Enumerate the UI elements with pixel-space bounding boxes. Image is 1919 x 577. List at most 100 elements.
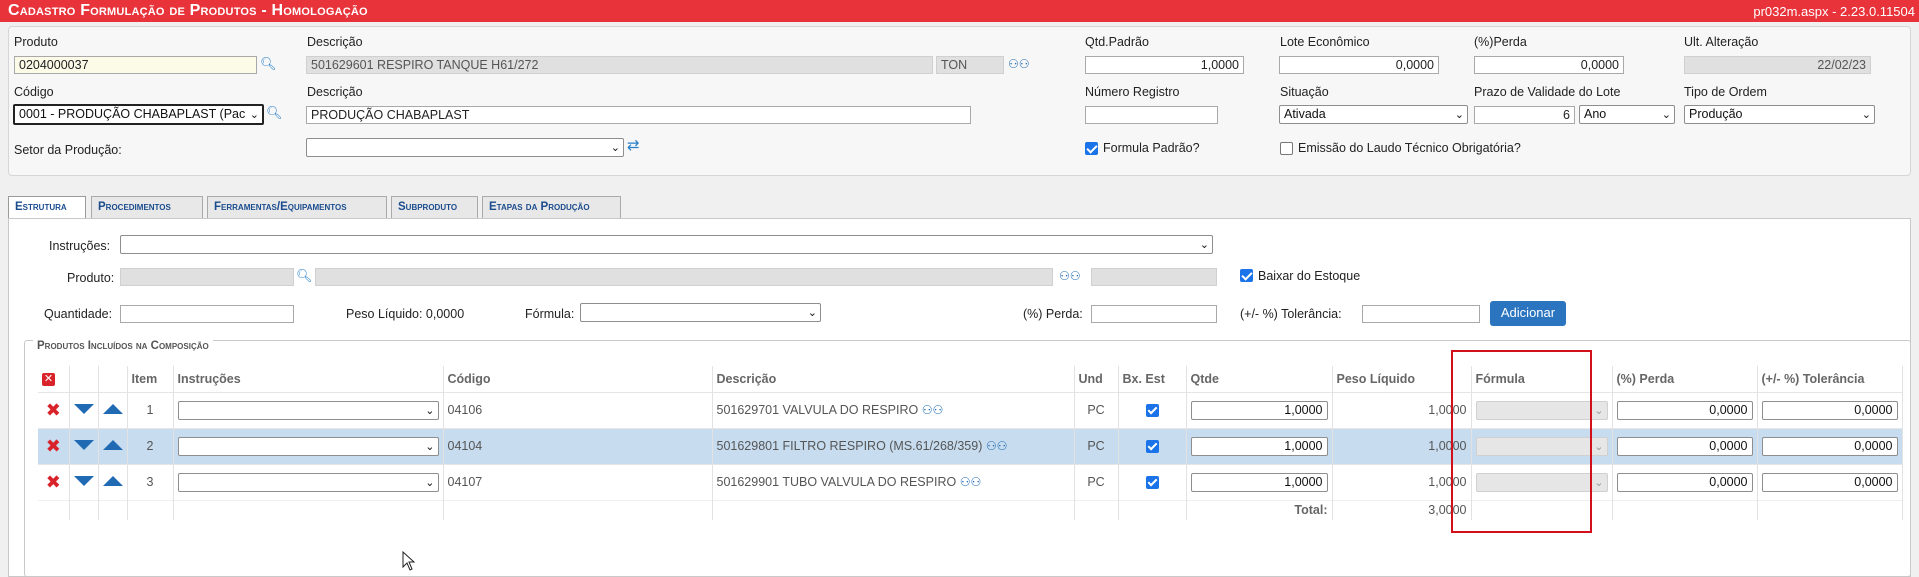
chevron-down-icon: ⌄ [610, 142, 620, 154]
row-tolerancia-input[interactable]: 0,0000 [1761, 472, 1898, 492]
delete-row-button[interactable]: ✖ [38, 391, 70, 428]
row-perda-input[interactable]: 0,0000 [1616, 472, 1753, 492]
tab-subproduto[interactable]: Subproduto [391, 196, 478, 218]
arrow-up-icon[interactable] [102, 476, 123, 486]
move-up-button[interactable] [98, 463, 128, 500]
delete-all-icon[interactable]: ✕ [42, 373, 55, 387]
formula-label: Fórmula: [525, 307, 575, 321]
formula-padrao-checkbox[interactable] [1085, 142, 1098, 155]
move-down-button[interactable] [69, 463, 99, 500]
row-qtde-input[interactable]: 1,0000 [1190, 472, 1328, 492]
setor-select[interactable]: ⌄ [306, 138, 624, 157]
table-row: ✖ 2 ⌄ 04104 501629801 FILTRO RESPIRO (MS… [38, 427, 1903, 464]
tolerancia-input[interactable] [1362, 305, 1480, 323]
row-instrucoes-cell: ⌄ [173, 391, 444, 428]
row-bx-est-checkbox[interactable] [1145, 440, 1159, 454]
prazo-unit-select[interactable]: Ano ⌄ [1579, 105, 1675, 124]
descricao-input: 501629601 RESPIRO TANQUE H61/272 [306, 56, 933, 74]
row-qtde-input[interactable]: 1,0000 [1190, 400, 1328, 420]
search-produto-add-icon[interactable]: 🔍︎ [296, 269, 313, 283]
arrow-down-icon[interactable] [73, 440, 94, 450]
tab-ferramentas[interactable]: Ferramentas/Equipamentos [207, 196, 387, 218]
arrow-up-icon[interactable] [102, 440, 123, 450]
codigo-select-value: 0001 - PRODUÇÃO CHABAPLAST (Pac [19, 107, 246, 121]
move-down-button[interactable] [69, 391, 99, 428]
laudo-checkbox[interactable] [1280, 142, 1293, 155]
total-label: Total: [1186, 499, 1333, 520]
chevron-down-icon: ⌄ [1594, 476, 1604, 489]
delete-icon[interactable]: ✖ [46, 472, 61, 492]
delete-row-button[interactable]: ✖ [38, 427, 70, 464]
row-qtde-cell: 1,0000 [1186, 427, 1333, 464]
row-instrucoes-select[interactable]: ⌄ [177, 472, 439, 492]
quantidade-label: Quantidade: [44, 307, 113, 321]
move-up-button[interactable] [98, 427, 128, 464]
delete-row-button[interactable]: ✖ [38, 463, 70, 500]
row-qtde-input[interactable]: 1,0000 [1190, 436, 1328, 456]
situacao-select[interactable]: Ativada ⌄ [1279, 105, 1468, 124]
descricao2-input[interactable]: PRODUÇÃO CHABAPLAST [306, 106, 971, 124]
produto-input[interactable]: 0204000037 [14, 56, 257, 74]
tab-procedimentos[interactable]: Procedimentos [91, 196, 203, 218]
quantidade-input[interactable] [120, 305, 294, 323]
produto-add-descricao [315, 268, 1053, 286]
produto-add-input[interactable] [120, 268, 294, 286]
delete-all-header[interactable]: ✕ [38, 366, 70, 392]
binoculars-icon[interactable]: ⚇⚇ [960, 475, 982, 489]
row-instrucoes-cell: ⌄ [173, 463, 444, 500]
binoculars-icon[interactable]: ⚇⚇ [1059, 269, 1081, 283]
refresh-icon[interactable]: ⇄ [627, 138, 640, 153]
row-tolerancia-cell: 0,0000 [1757, 463, 1903, 500]
num-registro-input[interactable] [1085, 106, 1218, 124]
tipo-ordem-select[interactable]: Produção ⌄ [1684, 105, 1875, 124]
ult-alteracao-label: Ult. Alteração [1684, 35, 1759, 49]
instrucoes-select[interactable]: ⌄ [120, 235, 1213, 254]
row-instrucoes-select[interactable]: ⌄ [177, 436, 439, 456]
prazo-input[interactable]: 6 [1474, 106, 1575, 124]
tab-estrutura[interactable]: Estrutura [8, 196, 86, 219]
row-bx-est-cell [1118, 391, 1187, 428]
lote-input[interactable]: 0,0000 [1279, 56, 1439, 74]
baixar-estoque-checkbox[interactable] [1240, 269, 1253, 282]
situacao-label: Situação [1280, 85, 1329, 99]
binoculars-icon[interactable]: ⚇⚇ [922, 403, 944, 417]
row-instrucoes-select[interactable]: ⌄ [177, 400, 439, 420]
binoculars-icon[interactable]: ⚇⚇ [1008, 57, 1030, 71]
row-perda-input[interactable]: 0,0000 [1616, 436, 1753, 456]
move-up-button[interactable] [98, 391, 128, 428]
chevron-down-icon: ⌄ [807, 307, 817, 319]
delete-icon[interactable]: ✖ [46, 436, 61, 456]
row-bx-est-checkbox[interactable] [1145, 404, 1159, 418]
arrow-up-icon[interactable] [102, 404, 123, 414]
formula-select[interactable]: ⌄ [580, 303, 821, 322]
chevron-down-icon: ⌄ [1861, 109, 1871, 121]
row-tolerancia-cell: 0,0000 [1757, 427, 1903, 464]
lote-label: Lote Econômico [1280, 35, 1370, 49]
search-produto-icon[interactable]: 🔍︎ [260, 57, 277, 71]
search-codigo-icon[interactable]: 🔍︎ [266, 106, 283, 120]
row-und: PC [1074, 391, 1119, 428]
col-bx-est: Bx. Est [1118, 366, 1187, 392]
qtd-padrao-input[interactable]: 1,0000 [1085, 56, 1244, 74]
baixar-estoque-label: Baixar do Estoque [1258, 269, 1361, 283]
perda-add-input[interactable] [1091, 305, 1217, 323]
row-bx-est-checkbox[interactable] [1145, 476, 1159, 490]
binoculars-icon[interactable]: ⚇⚇ [986, 439, 1008, 453]
chevron-down-icon: ⌄ [1661, 109, 1671, 121]
tab-etapas[interactable]: Etapas da Produção [482, 196, 621, 218]
row-descricao: 501629801 FILTRO RESPIRO (MS.61/268/359) [716, 439, 983, 453]
row-tolerancia-input[interactable]: 0,0000 [1761, 400, 1898, 420]
codigo-select[interactable]: 0001 - PRODUÇÃO CHABAPLAST (Pac ⌄ [13, 104, 264, 125]
tipo-ordem-label: Tipo de Ordem [1684, 85, 1767, 99]
row-perda-input[interactable]: 0,0000 [1616, 400, 1753, 420]
move-down-button[interactable] [69, 427, 99, 464]
arrow-down-icon[interactable] [73, 476, 94, 486]
unidade-input: TON [936, 56, 1004, 74]
row-tolerancia-input[interactable]: 0,0000 [1761, 436, 1898, 456]
delete-icon[interactable]: ✖ [46, 400, 61, 420]
arrow-down-icon[interactable] [73, 404, 94, 414]
row-descricao: 501629701 VALVULA DO RESPIRO [716, 403, 919, 417]
perda-input[interactable]: 0,0000 [1474, 56, 1624, 74]
col-item: Item [127, 366, 174, 392]
adicionar-button[interactable]: Adicionar [1490, 301, 1566, 326]
